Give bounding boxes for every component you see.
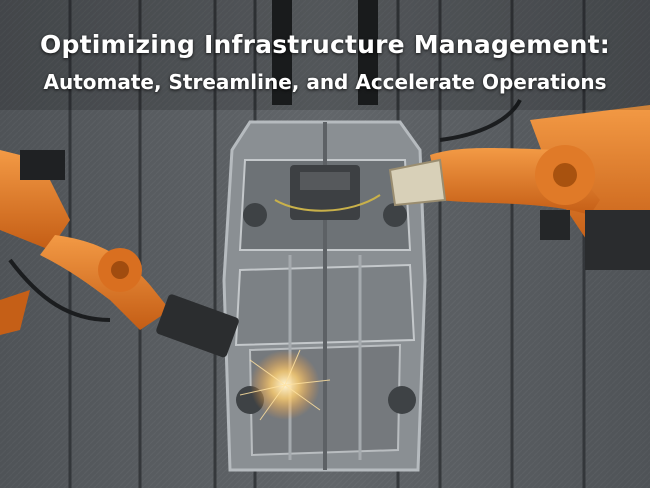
headline-line-1: Optimizing Infrastructure Management: <box>40 30 610 59</box>
hero-banner: Optimizing Infrastructure Management: Au… <box>0 0 650 488</box>
headline-line-2: Automate, Streamline, and Accelerate Ope… <box>43 70 607 94</box>
